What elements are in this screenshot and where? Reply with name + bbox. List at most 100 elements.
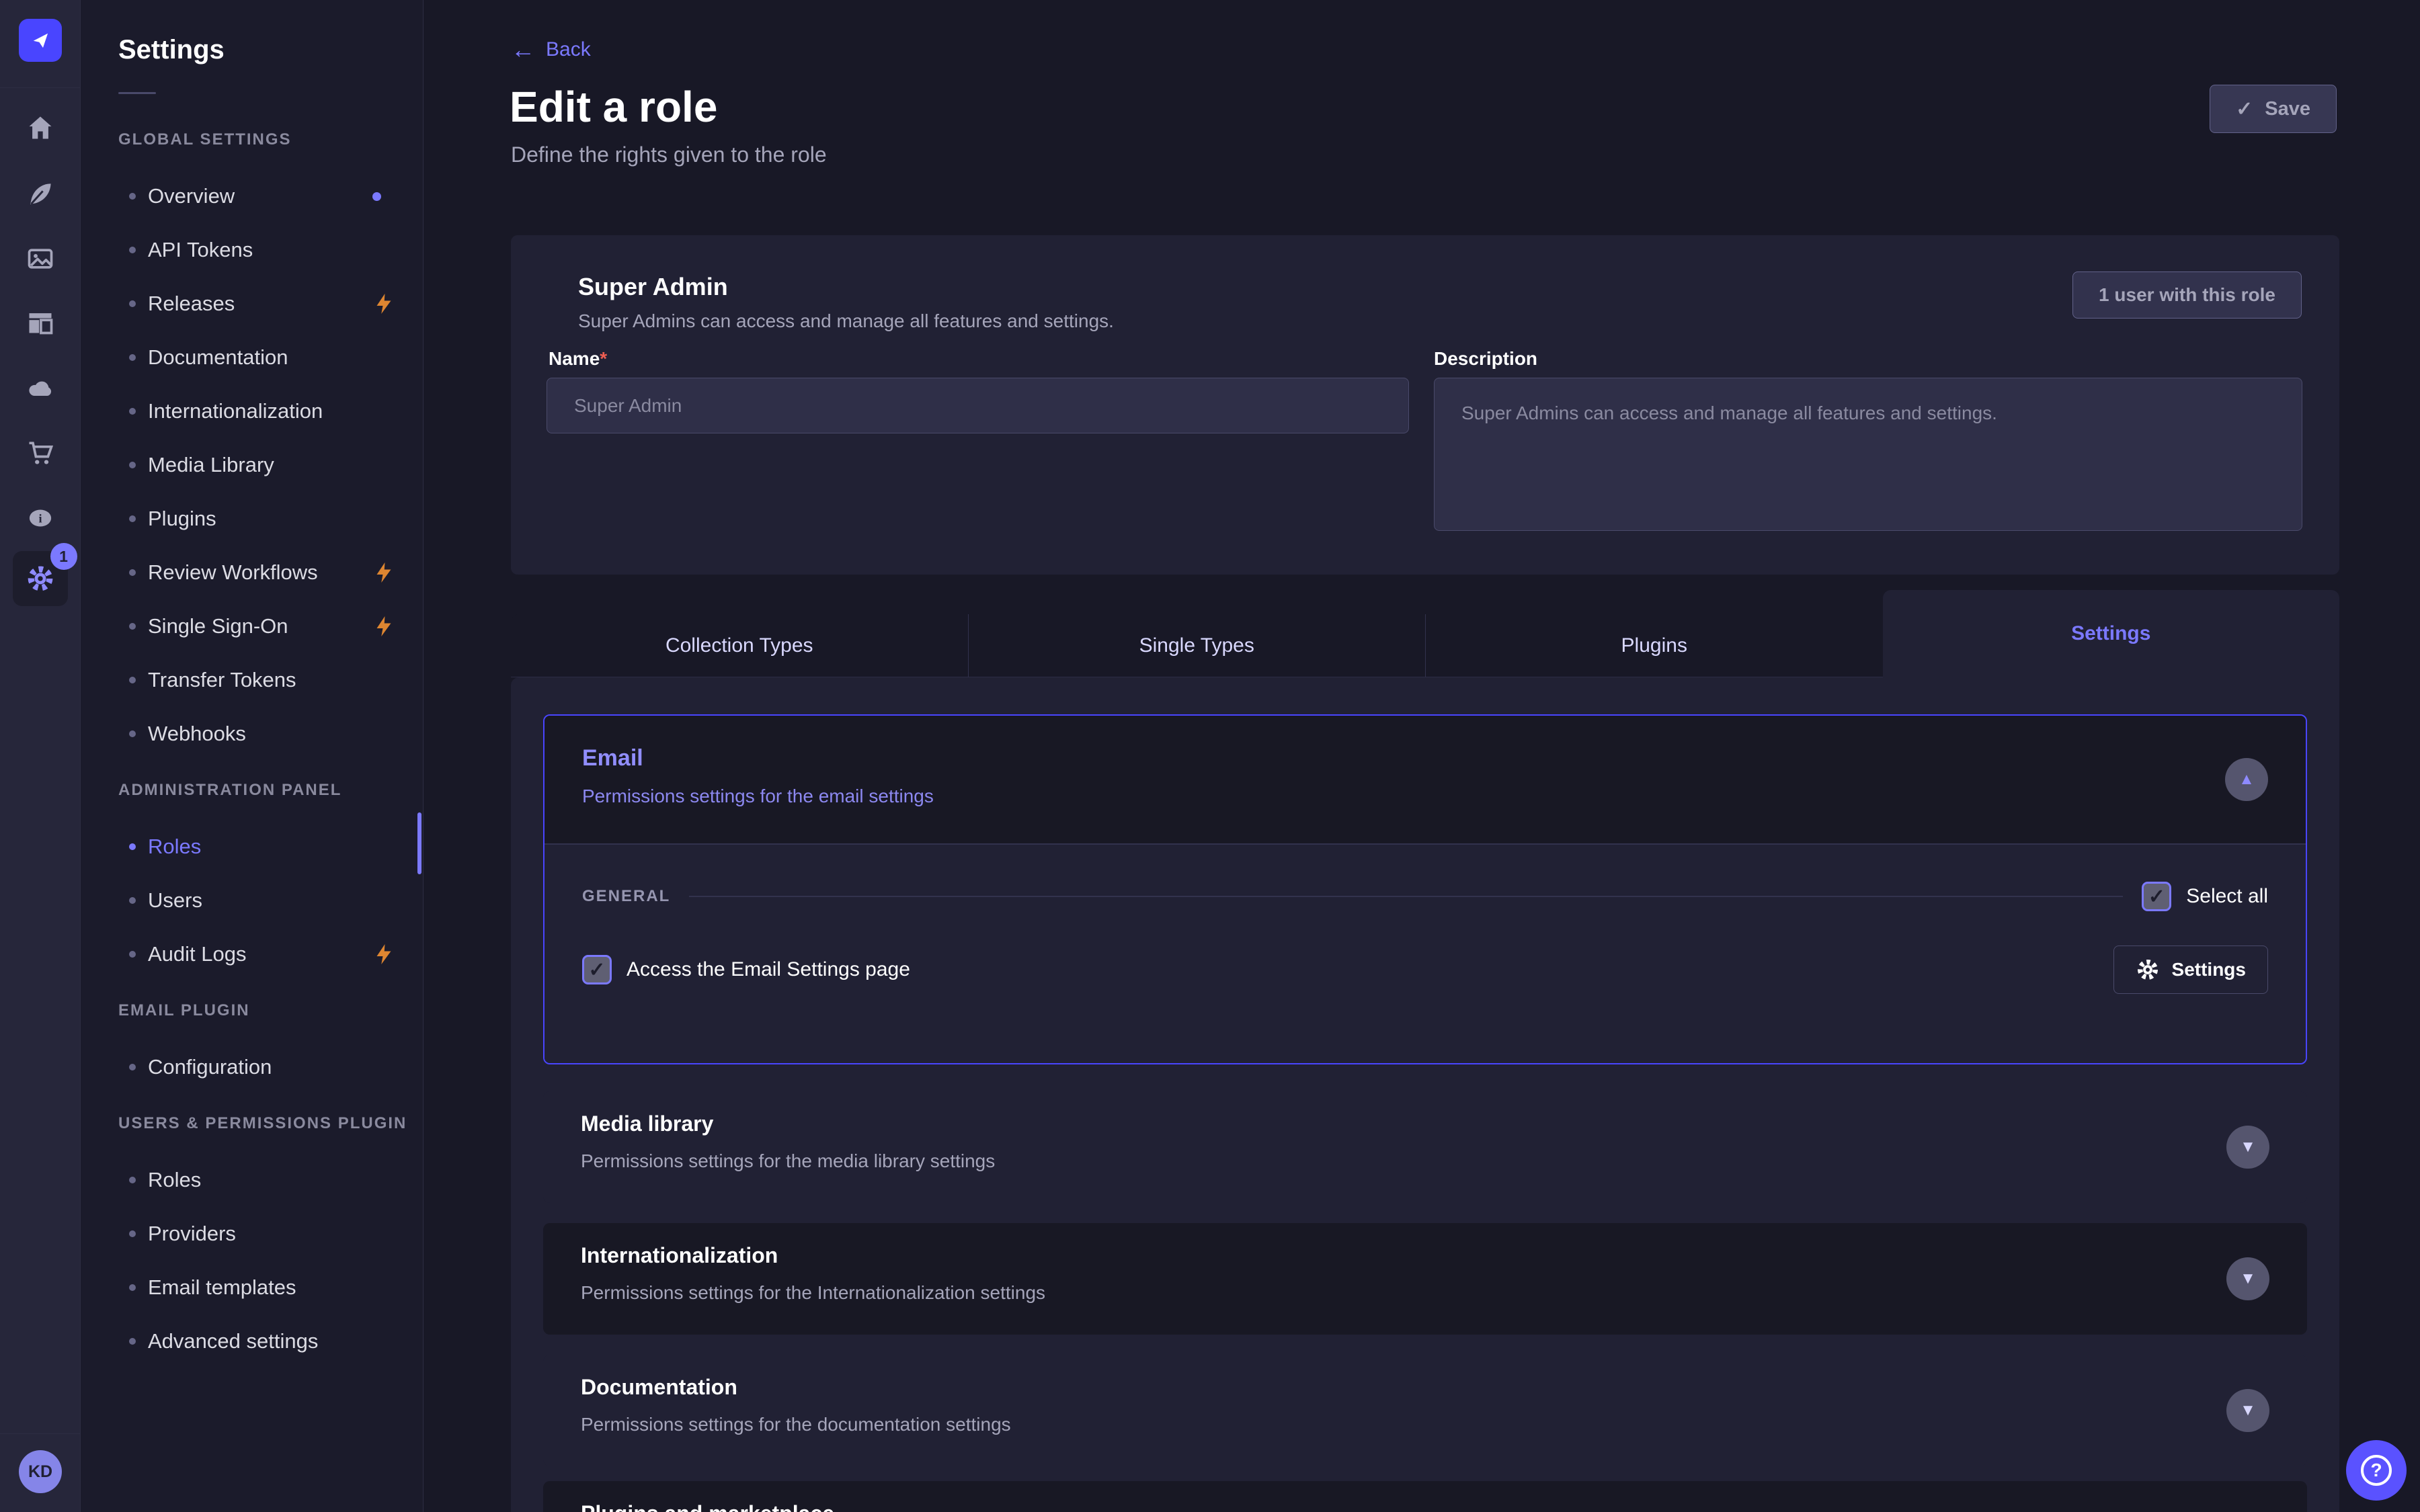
help-button[interactable]: ? [2346,1440,2407,1501]
accordion-media-library[interactable]: Media library Permissions settings for t… [543,1091,2307,1203]
subnav-item-documentation[interactable]: Documentation [81,331,423,384]
subnav-item-providers[interactable]: Providers [81,1207,423,1261]
lightning-icon [372,560,396,585]
bullet [129,843,136,850]
active-item-indicator [417,812,421,874]
cloud-icon[interactable] [22,370,59,407]
notification-dot [372,192,381,201]
settings-gear-icon[interactable]: 1 [13,551,68,606]
accordion-internationalization[interactable]: Internationalization Permissions setting… [543,1223,2307,1335]
main-nav-rail: i 1 KD [0,0,81,1512]
group-divider-line [689,896,2123,897]
strapi-logo[interactable] [19,19,62,62]
section-header-administration-panel: ADMINISTRATION PANEL [81,761,423,820]
accordion-email: Email Permissions settings for the email… [543,714,2307,1064]
accordion-documentation[interactable]: Documentation Permissions settings for t… [543,1355,2307,1466]
subnav-item-single-sign-on[interactable]: Single Sign-On [81,599,423,653]
users-with-role-button[interactable]: 1 user with this role [2072,271,2302,319]
subnav-item-releases[interactable]: Releases [81,277,423,331]
collapse-chevron-button[interactable]: ▲ [2225,758,2268,801]
main-content: ← Back Edit a role Define the rights giv… [424,0,2420,1512]
gear-icon [2136,958,2160,982]
section-header-email-plugin: EMAIL PLUGIN [81,981,423,1040]
subnav-item-configuration[interactable]: Configuration [81,1040,423,1094]
settings-subnav: Settings GLOBAL SETTINGS Overview API To… [81,0,424,1512]
permissions-tabs: Collection Types Single Types Plugins Se… [511,590,2339,677]
bullet [129,951,136,958]
subnav-item-api-tokens[interactable]: API Tokens [81,223,423,277]
name-input[interactable] [547,378,1409,433]
tab-plugins[interactable]: Plugins [1425,614,1883,677]
subnav-item-email-templates[interactable]: Email templates [81,1261,423,1314]
bullet [129,569,136,576]
save-button[interactable]: ✓ Save [2210,85,2337,133]
permission-settings-button[interactable]: Settings [2113,946,2268,994]
content-type-builder-icon[interactable] [22,303,59,341]
subnav-item-admin-roles[interactable]: Roles [81,820,423,874]
bullet [129,1338,136,1345]
tab-collection-types[interactable]: Collection Types [511,614,968,677]
strapi-logo-icon [28,28,53,53]
subnav-item-advanced-settings[interactable]: Advanced settings [81,1314,423,1368]
bullet [129,462,136,468]
accordion-plugins-and-marketplace[interactable]: Plugins and marketplace ▼ [543,1481,2307,1512]
permission-row: ✓ Access the Email Settings page Setting… [544,946,2306,994]
general-group-label: GENERAL [582,887,670,906]
notification-badge: 1 [50,543,77,570]
bullet [129,515,136,522]
subnav-item-media-library[interactable]: Media Library [81,438,423,492]
page-title: Edit a role [510,82,717,132]
bullet [129,193,136,200]
expand-chevron-button[interactable]: ▼ [2226,1389,2269,1432]
description-textarea[interactable] [1434,378,2302,531]
user-avatar[interactable]: KD [19,1450,62,1493]
description-field-label: Description [1434,348,1537,370]
lightning-icon [372,942,396,966]
bullet [129,247,136,253]
bullet [129,623,136,630]
content-manager-icon[interactable] [22,175,59,213]
subnav-item-overview[interactable]: Overview [81,169,423,223]
bullet [129,300,136,307]
section-header-global-settings: GLOBAL SETTINGS [81,110,423,169]
bullet [129,1230,136,1237]
general-group-row: GENERAL ✓ Select all [544,882,2306,911]
permission-settings-label: Settings [2172,959,2246,980]
settings-permissions-panel: Email Permissions settings for the email… [511,677,2339,1512]
marketplace-cart-icon[interactable] [22,434,59,472]
subnav-item-admin-users[interactable]: Users [81,874,423,927]
back-label: Back [546,38,591,61]
question-mark-icon: ? [2361,1455,2392,1486]
role-card: Super Admin Super Admins can access and … [511,235,2339,575]
info-icon[interactable]: i [22,499,59,537]
subnav-item-review-workflows[interactable]: Review Workflows [81,546,423,599]
bullet [129,1064,136,1070]
subnav-item-up-roles[interactable]: Roles [81,1153,423,1207]
subnav-item-audit-logs[interactable]: Audit Logs [81,927,423,981]
back-link[interactable]: ← Back [511,38,591,62]
subnav-item-plugins[interactable]: Plugins [81,492,423,546]
select-all-label: Select all [2186,885,2268,908]
name-field-label: Name* [549,348,607,370]
subnav-item-transfer-tokens[interactable]: Transfer Tokens [81,653,423,707]
svg-text:i: i [38,512,42,526]
accordion-email-header[interactable]: Email Permissions settings for the email… [544,716,2306,843]
accordion-email-body: GENERAL ✓ Select all ✓ Access the Email … [544,843,2306,1064]
subnav-item-webhooks[interactable]: Webhooks [81,707,423,761]
subnav-item-internationalization[interactable]: Internationalization [81,384,423,438]
expand-chevron-button[interactable]: ▼ [2226,1126,2269,1169]
media-library-icon[interactable] [22,240,59,278]
tab-single-types[interactable]: Single Types [968,614,1426,677]
bullet [129,1284,136,1291]
tab-settings[interactable]: Settings [1883,590,2340,677]
page-subtitle: Define the rights given to the role [511,142,827,167]
back-arrow-icon: ← [511,38,535,62]
permission-checkbox[interactable]: ✓ [582,955,612,984]
home-icon[interactable] [22,109,59,146]
accordion-email-title: Email [582,745,643,771]
select-all-checkbox[interactable]: ✓ [2142,882,2171,911]
expand-chevron-button[interactable]: ▼ [2226,1257,2269,1300]
bullet [129,897,136,904]
accordion-email-subtitle: Permissions settings for the email setti… [582,786,934,807]
rail-divider-bottom [0,1433,80,1434]
